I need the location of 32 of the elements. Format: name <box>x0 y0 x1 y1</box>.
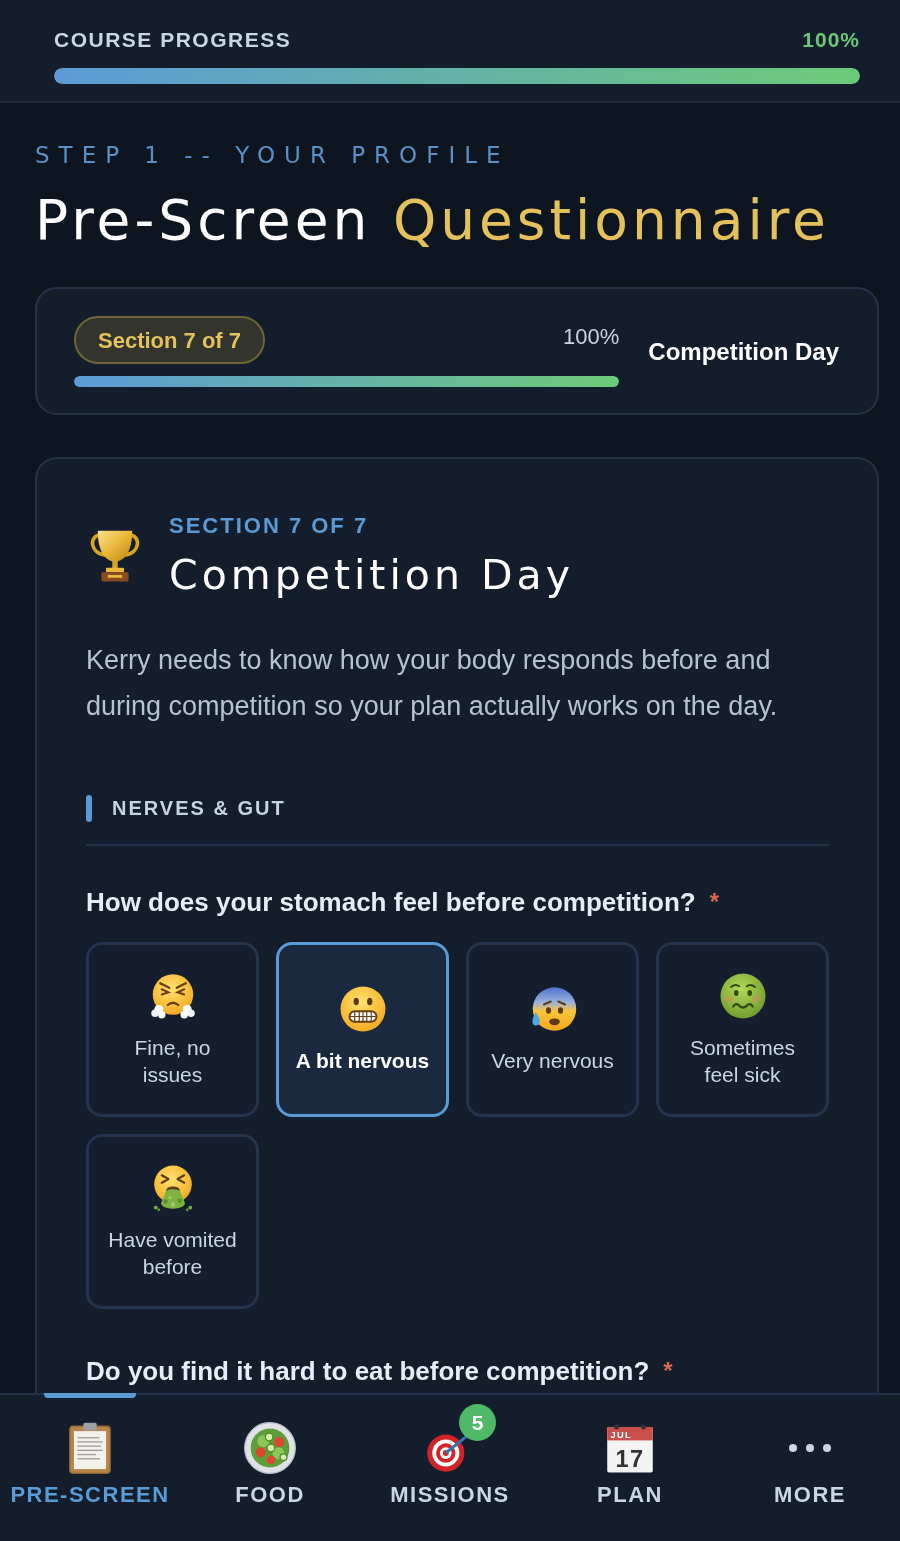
page-title: Pre-Screen Questionnaire <box>35 189 831 251</box>
course-progress-percent: 100% <box>802 27 860 53</box>
nav-tab[interactable]: PRE-SCREEN <box>0 1395 180 1541</box>
section-description: Kerry needs to know how your body responds before and during competition so your plan actually works on the day. <box>86 644 779 723</box>
option-card[interactable]: Sometimes feel sick <box>656 942 829 1117</box>
course-progress-label: COURSE PROGRESS <box>54 27 292 53</box>
nav-tab[interactable]: FOOD <box>180 1395 360 1541</box>
section-badge: Section 7 of 7 <box>74 316 266 364</box>
step-label: STEP 1 -- YOUR PROFILE <box>35 141 511 169</box>
grimacing-face-icon <box>338 985 387 1033</box>
option-card[interactable]: Very nervous <box>466 942 639 1117</box>
nav-tab[interactable]: JUL 17 PLAN <box>540 1395 720 1541</box>
section-title: Competition Day <box>169 551 574 599</box>
section-progress-percent: 100% <box>563 323 620 351</box>
section-eyebrow: SECTION 7 OF 7 <box>169 512 370 540</box>
salad-bowl-icon <box>243 1421 297 1475</box>
ellipsis-icon <box>788 1443 832 1453</box>
question-text: Do you find it hard to eat before competition? <box>86 1356 650 1386</box>
nauseated-face-icon <box>718 971 767 1020</box>
option-card[interactable]: Have vomited before <box>86 1134 259 1309</box>
steaming-face-icon <box>148 971 197 1020</box>
heading-accent-bar <box>86 795 92 822</box>
section-name: Competition Day <box>648 336 839 367</box>
question-text: How does your stomach feel before competition? <box>86 887 696 917</box>
option-card[interactable]: A bit nervous <box>276 942 449 1117</box>
nav-tab[interactable]: 5 MISSIONS <box>360 1395 540 1541</box>
notification-badge: 5 <box>459 1404 496 1441</box>
option-card[interactable]: Fine, no issues <box>86 942 259 1117</box>
required-mark: * <box>709 888 719 915</box>
nav-tab[interactable]: MORE <box>720 1395 900 1541</box>
group-heading: NERVES & GUT <box>112 796 286 821</box>
required-mark: * <box>663 1357 673 1384</box>
